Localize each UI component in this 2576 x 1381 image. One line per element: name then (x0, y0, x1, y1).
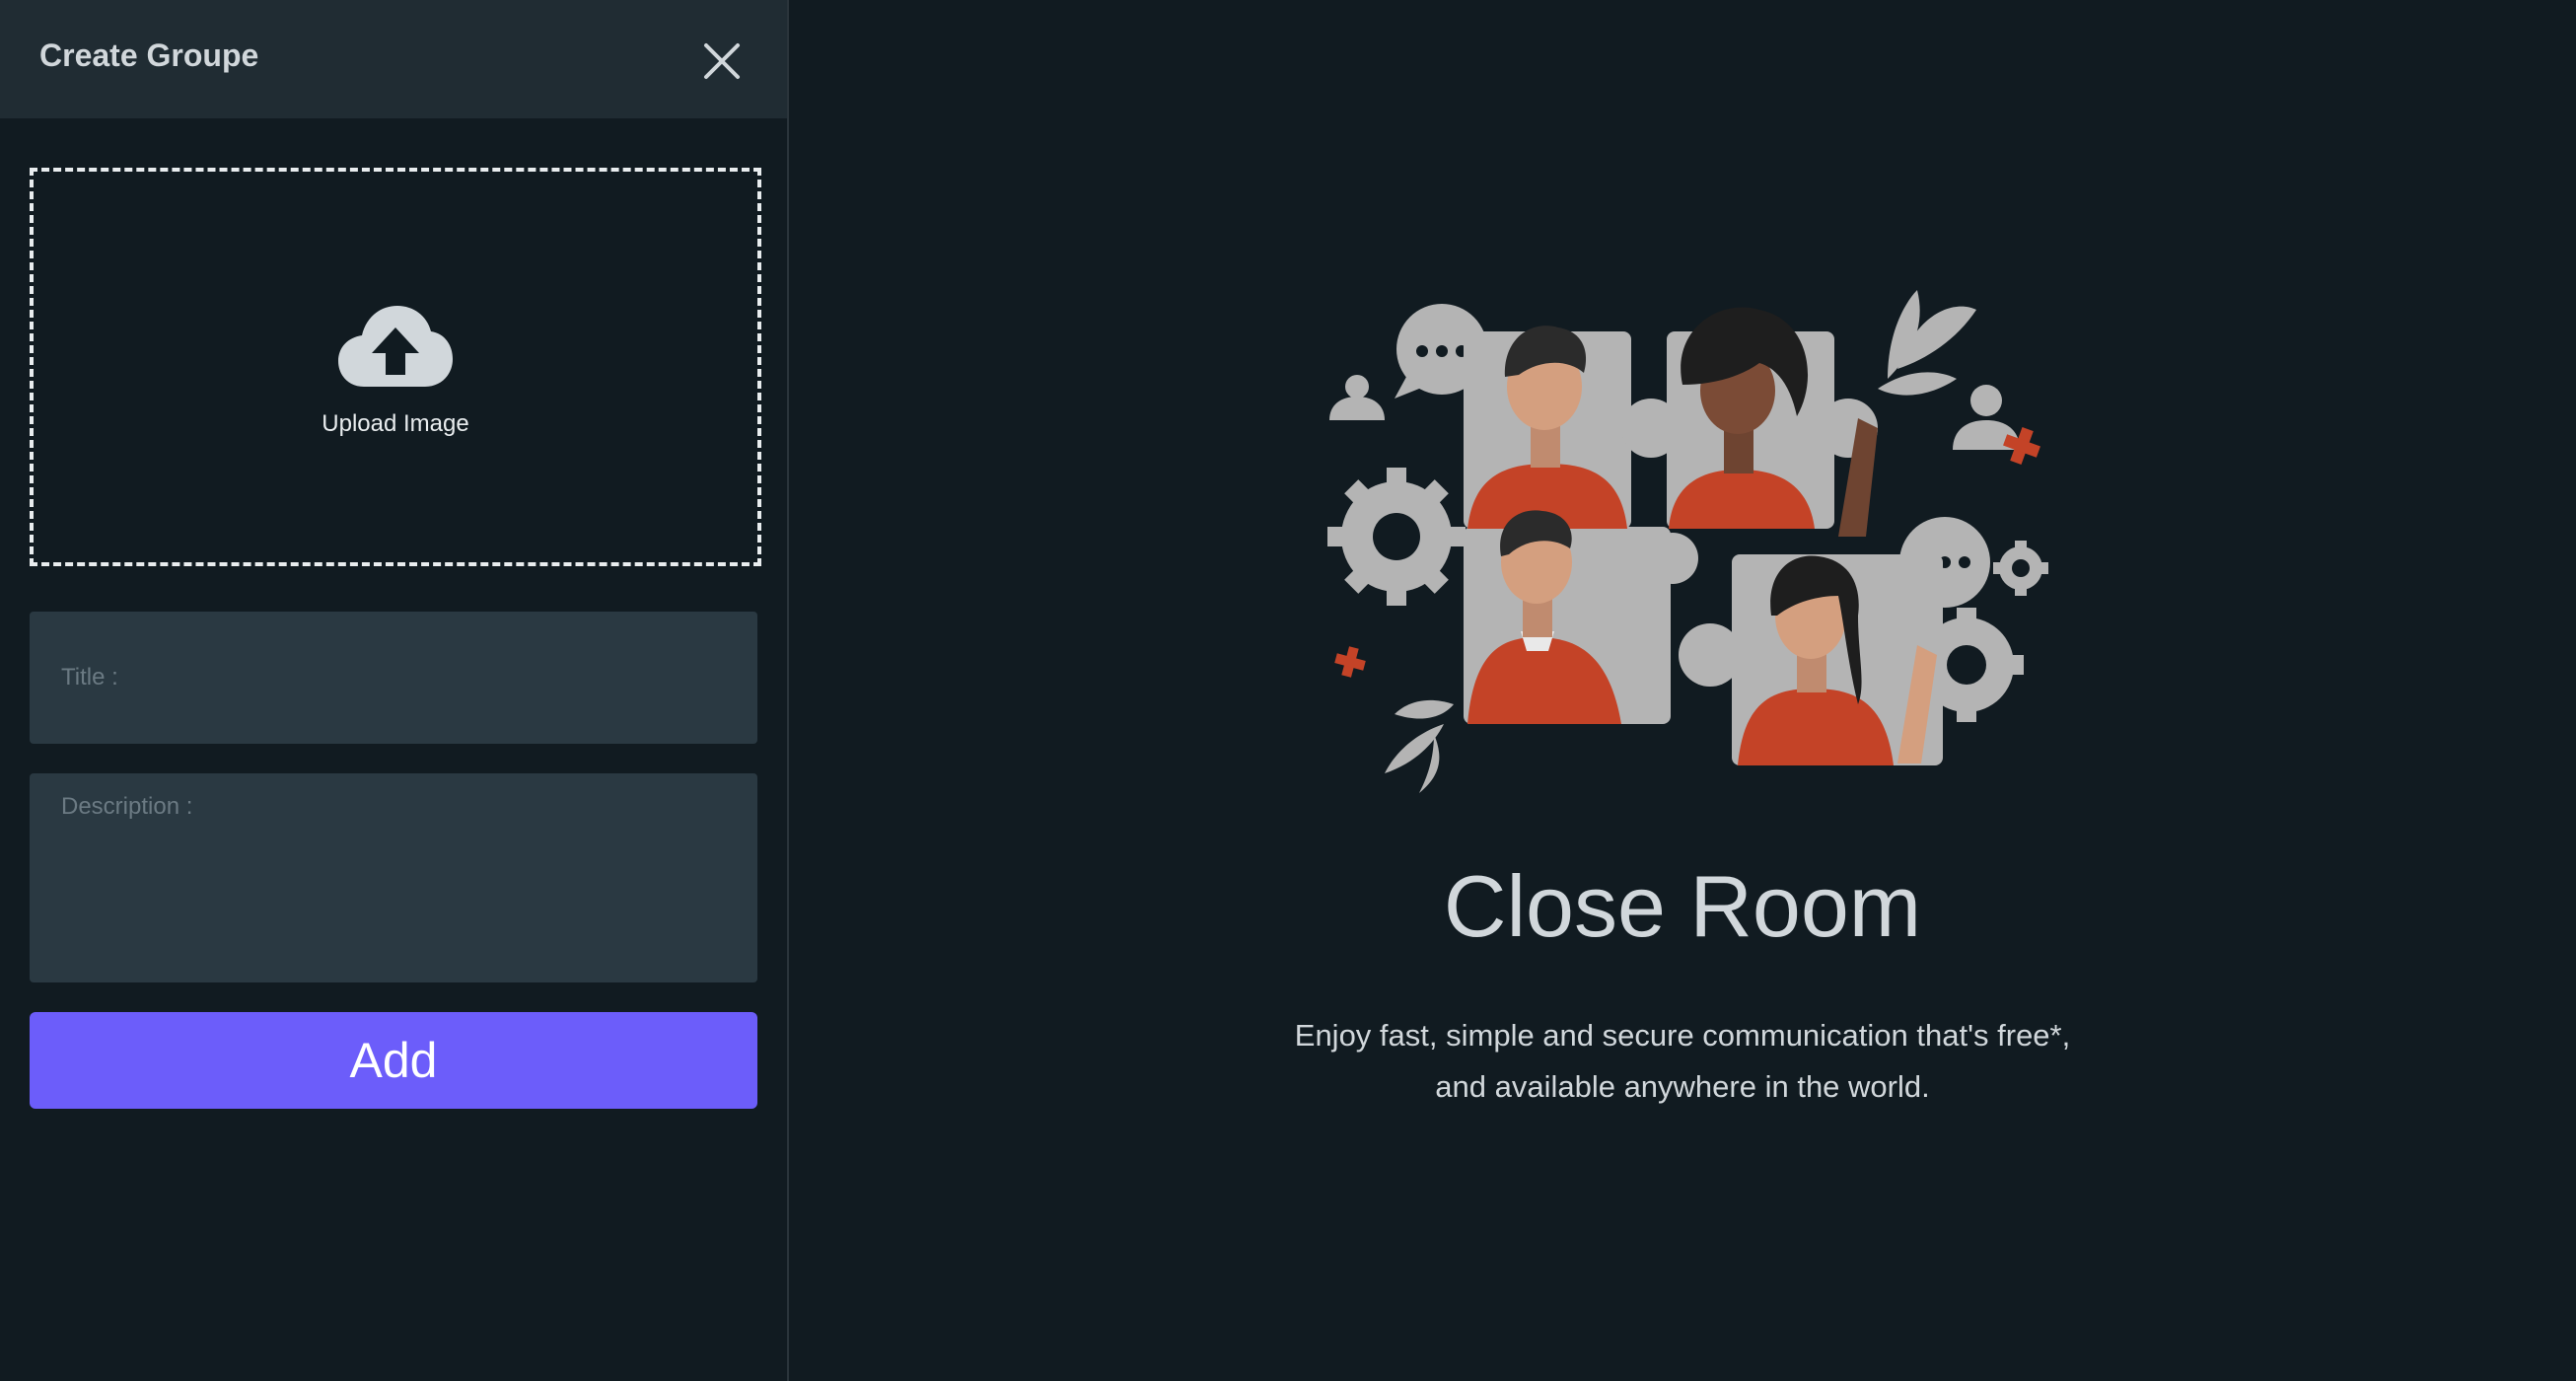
app: Create Groupe Upload Image Add (0, 0, 2576, 1381)
description-line: and available anywhere in the world. (1435, 1069, 1930, 1104)
panel-title: Create Groupe (39, 37, 259, 73)
team-collaboration-illustration (1325, 290, 2055, 793)
title-input[interactable] (30, 612, 757, 744)
upload-image-label: Upload Image (322, 410, 469, 437)
app-title: Close Room (1443, 857, 1922, 955)
cloud-upload-icon (336, 302, 455, 389)
upload-image-dropzone[interactable]: Upload Image (30, 168, 761, 566)
create-group-panel: Create Groupe Upload Image Add (0, 0, 789, 1381)
close-button[interactable] (696, 36, 748, 87)
welcome-panel: Close Room Enjoy fast, simple and secure… (789, 0, 2576, 1381)
add-button[interactable]: Add (30, 1012, 757, 1109)
close-icon (704, 43, 740, 79)
description-line: Enjoy fast, simple and secure communicat… (1294, 1018, 2071, 1053)
description-input[interactable] (30, 773, 757, 982)
panel-header: Create Groupe (0, 0, 787, 118)
app-description: Enjoy fast, simple and secure communicat… (789, 1010, 2576, 1113)
